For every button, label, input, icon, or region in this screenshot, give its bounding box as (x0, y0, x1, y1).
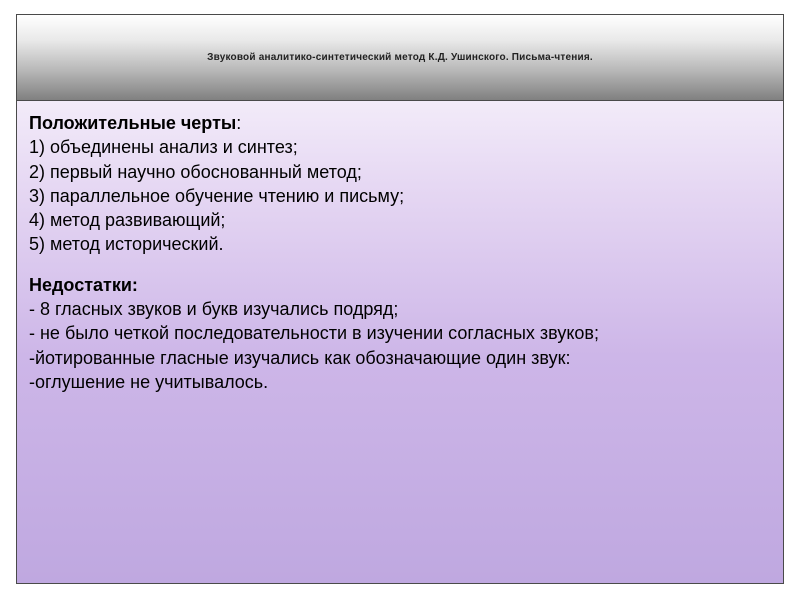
spacer (29, 257, 771, 273)
positives-item: 1) объединены анализ и синтез; (29, 135, 771, 159)
negatives-item: - не было четкой последовательности в из… (29, 321, 771, 345)
positives-item: 3) параллельное обучение чтению и письму… (29, 184, 771, 208)
positives-colon: : (236, 113, 241, 133)
slide-title: Звуковой аналитико-синтетический метод К… (207, 52, 593, 63)
negatives-block: Недостатки: - 8 гласных звуков и букв из… (29, 273, 771, 394)
positives-block: Положительные черты: 1) объединены анали… (29, 111, 771, 257)
slide-body: Положительные черты: 1) объединены анали… (17, 101, 783, 583)
positives-heading: Положительные черты (29, 113, 236, 133)
negatives-heading: Недостатки: (29, 275, 138, 295)
slide-header: Звуковой аналитико-синтетический метод К… (17, 15, 783, 101)
positives-item: 4) метод развивающий; (29, 208, 771, 232)
negatives-item: -йотированные гласные изучались как обоз… (29, 346, 771, 370)
negatives-item: -оглушение не учитывалось. (29, 370, 771, 394)
positives-item: 2) первый научно обоснованный метод; (29, 160, 771, 184)
slide-frame: Звуковой аналитико-синтетический метод К… (16, 14, 784, 584)
slide: Звуковой аналитико-синтетический метод К… (0, 0, 800, 600)
negatives-item: - 8 гласных звуков и букв изучались подр… (29, 297, 771, 321)
positives-item: 5) метод исторический. (29, 232, 771, 256)
